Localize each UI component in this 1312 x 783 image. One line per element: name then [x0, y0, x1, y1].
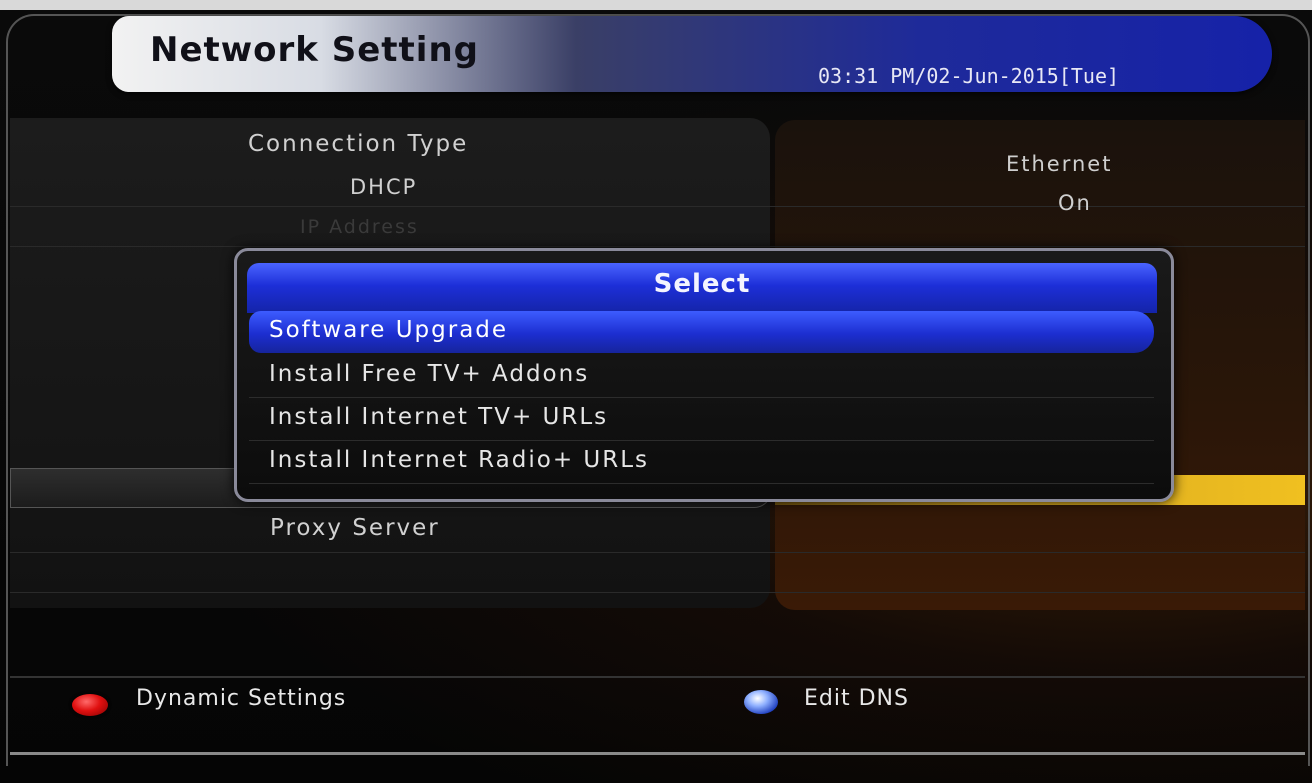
- red-button-icon: [72, 694, 108, 716]
- menu-item-label: Install Internet Radio+ URLs: [269, 447, 650, 473]
- dynamic-settings-button[interactable]: Dynamic Settings: [136, 686, 346, 711]
- footer-bottom-border: [10, 752, 1305, 755]
- menu-item-label: Software Upgrade: [269, 317, 509, 343]
- setting-label-proxy-server[interactable]: Proxy Server: [270, 515, 440, 541]
- setting-label-connection-type[interactable]: Connection Type: [248, 131, 468, 157]
- footer-divider: [10, 676, 1305, 678]
- row-divider: [10, 206, 1305, 207]
- menu-item-label: Install Free TV+ Addons: [269, 361, 590, 387]
- dialog-title: Select: [653, 269, 751, 299]
- setting-value-connection-type: Ethernet: [1006, 152, 1113, 176]
- page-title: Network Setting: [150, 30, 480, 70]
- top-strip: [0, 0, 1312, 10]
- edit-dns-button[interactable]: Edit DNS: [804, 686, 909, 711]
- row-divider: [10, 592, 1305, 593]
- menu-item-install-free-tv-addons[interactable]: Install Free TV+ Addons: [249, 355, 1154, 398]
- select-dialog: Select Software Upgrade Install Free TV+…: [234, 248, 1174, 502]
- setting-label-ip-address[interactable]: IP Address: [300, 216, 419, 238]
- menu-item-software-upgrade[interactable]: Software Upgrade: [249, 311, 1154, 353]
- setting-label-dhcp[interactable]: DHCP: [350, 175, 417, 199]
- menu-item-install-internet-radio-urls[interactable]: Install Internet Radio+ URLs: [249, 441, 1154, 484]
- setting-value-dhcp: On: [1058, 191, 1092, 215]
- row-divider: [10, 246, 1305, 247]
- menu-item-install-internet-tv-urls[interactable]: Install Internet TV+ URLs: [249, 398, 1154, 441]
- screen: Network Setting 03:31 PM/02-Jun-2015[Tue…: [0, 0, 1312, 783]
- blue-button-icon: [744, 690, 778, 714]
- clock: 03:31 PM/02-Jun-2015[Tue]: [818, 64, 1120, 88]
- dialog-header: Select: [247, 263, 1157, 313]
- row-divider: [10, 552, 1305, 553]
- menu-item-label: Install Internet TV+ URLs: [269, 404, 609, 430]
